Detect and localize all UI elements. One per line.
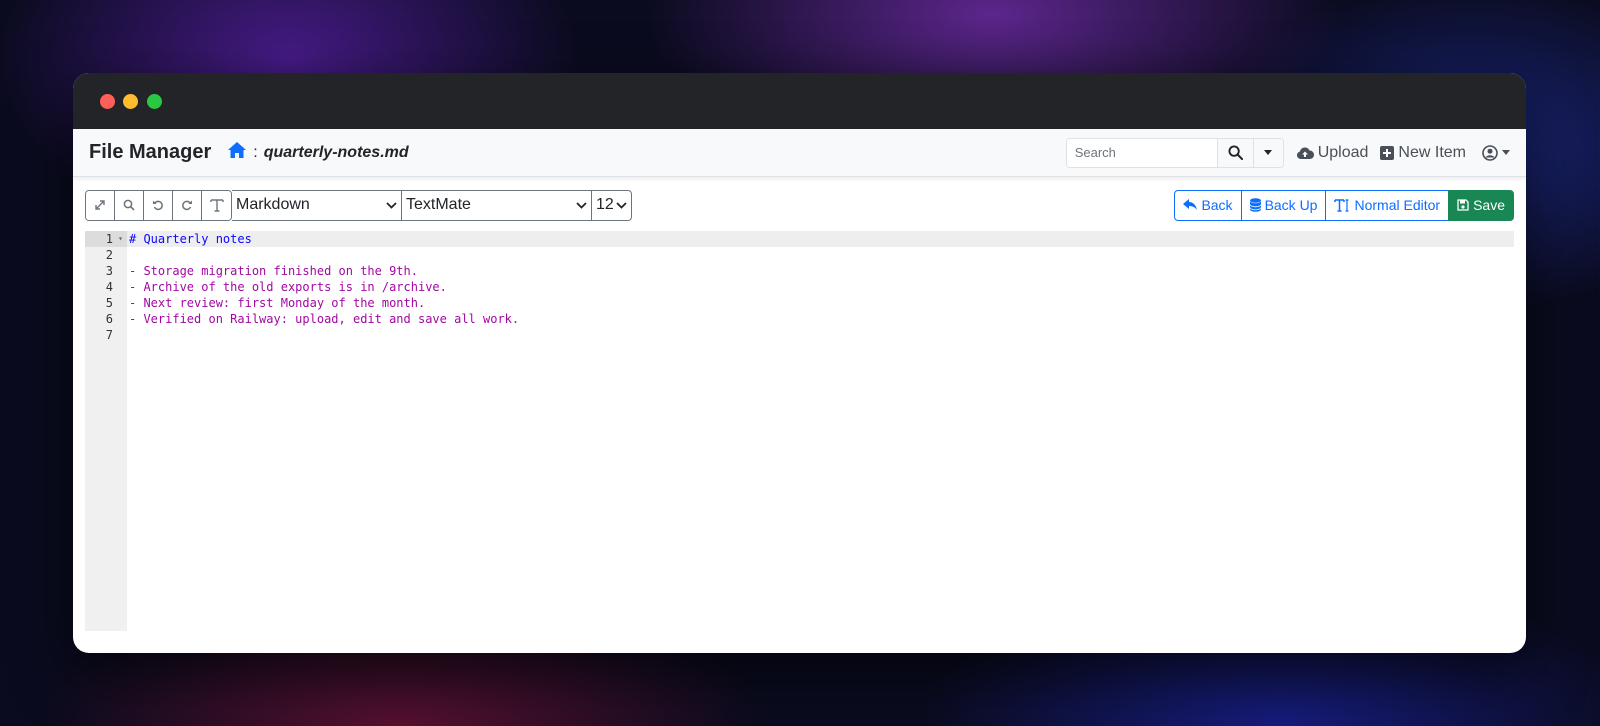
database-icon — [1249, 198, 1261, 212]
search-input[interactable] — [1066, 138, 1217, 167]
line-number: 4 — [105, 280, 113, 294]
undo-button[interactable] — [144, 190, 173, 220]
backup-button[interactable]: Back Up — [1240, 189, 1327, 221]
line-number: 7 — [105, 328, 113, 342]
code-line[interactable]: - Storage migration finished on the 9th. — [127, 263, 1514, 279]
mode-select-value: Markdown — [236, 196, 310, 213]
text-format-icon — [209, 198, 224, 212]
search-options-button[interactable] — [1252, 138, 1283, 167]
upload-link[interactable]: Upload — [1296, 143, 1369, 162]
code-line[interactable]: - Next review: first Monday of the month… — [127, 295, 1514, 311]
undo-icon — [153, 200, 163, 211]
window-titlebar — [73, 73, 1526, 129]
cloud-upload-icon — [1296, 146, 1314, 159]
theme-select-value: TextMate — [406, 196, 471, 213]
user-menu[interactable] — [1482, 144, 1510, 161]
code-line[interactable]: # Quarterly notes — [127, 231, 1514, 247]
editor-page: Markdown TextMate 12 Back Back Up Normal… — [73, 177, 1526, 631]
fold-toggle-icon[interactable]: ▾ — [118, 231, 123, 247]
code-editor[interactable]: 1 ▾ 2 3 4 5 6 7 # Quarterly notes - Stora… — [85, 231, 1514, 631]
reply-icon — [1183, 199, 1198, 210]
search-button[interactable] — [1216, 138, 1253, 167]
code-line[interactable]: - Verified on Railway: upload, edit and … — [127, 311, 1514, 327]
new-item-link[interactable]: New Item — [1380, 144, 1466, 162]
line-number: 2 — [105, 248, 113, 262]
line-number: 3 — [105, 264, 113, 278]
mode-select[interactable]: Markdown — [232, 189, 402, 221]
back-button[interactable]: Back — [1174, 189, 1242, 221]
line-number: 1 ▾ — [85, 231, 127, 247]
top-navbar: File Manager : quarterly-notes.md Upload… — [73, 129, 1526, 177]
maximize-window-button[interactable] — [147, 94, 162, 109]
expand-icon — [95, 200, 105, 210]
close-window-button[interactable] — [100, 94, 115, 109]
font-size-select[interactable]: 12 — [592, 189, 632, 221]
code-line[interactable]: - Archive of the old exports is in /arch… — [127, 279, 1514, 295]
breadcrumb-separator: : — [253, 143, 258, 161]
redo-icon — [182, 200, 192, 211]
breadcrumb: : quarterly-notes.md — [227, 141, 409, 164]
home-icon[interactable] — [227, 141, 247, 164]
search-icon — [1228, 145, 1243, 160]
new-item-label: New Item — [1398, 143, 1466, 161]
app-window: File Manager : quarterly-notes.md Upload… — [73, 73, 1526, 653]
floppy-disk-icon — [1457, 199, 1469, 211]
caret-down-icon — [1264, 150, 1273, 155]
code-area[interactable]: # Quarterly notes - Storage migration fi… — [127, 231, 1514, 631]
normal-editor-button[interactable]: Normal Editor — [1325, 189, 1450, 221]
editor-toolbar: Markdown TextMate 12 Back Back Up Normal… — [85, 189, 1514, 221]
brand-title[interactable]: File Manager — [89, 141, 211, 164]
code-line[interactable] — [127, 327, 1514, 343]
word-wrap-button[interactable] — [202, 190, 231, 220]
line-number-gutter: 1 ▾ 2 3 4 5 6 7 — [85, 231, 127, 631]
search-group — [1065, 137, 1284, 168]
editor-actions: Back Back Up Normal Editor Save — [1174, 189, 1514, 221]
font-size-select-value: 12 — [596, 196, 614, 213]
text-cursor-icon — [1334, 198, 1349, 212]
find-button[interactable] — [115, 190, 144, 220]
theme-select[interactable]: TextMate — [402, 189, 592, 221]
save-label: Save — [1473, 197, 1505, 213]
plus-square-icon — [1380, 145, 1395, 160]
backup-label: Back Up — [1264, 197, 1318, 213]
current-filename: quarterly-notes.md — [263, 143, 409, 161]
caret-down-icon — [1502, 150, 1510, 155]
fullscreen-button[interactable] — [86, 190, 115, 220]
editor-tool-buttons — [85, 189, 232, 221]
line-number: 5 — [105, 296, 113, 310]
chevron-down-icon — [576, 201, 587, 209]
user-circle-icon — [1482, 144, 1498, 161]
back-label: Back — [1201, 197, 1233, 213]
chevron-down-icon — [616, 201, 627, 209]
minimize-window-button[interactable] — [123, 94, 138, 109]
save-button[interactable]: Save — [1448, 189, 1514, 221]
code-line[interactable] — [127, 247, 1514, 263]
redo-button[interactable] — [173, 190, 202, 220]
search-icon — [123, 199, 135, 211]
line-number: 6 — [105, 312, 113, 326]
upload-label: Upload — [1317, 143, 1369, 161]
normal-editor-label: Normal Editor — [1354, 197, 1441, 213]
chevron-down-icon — [386, 201, 397, 209]
